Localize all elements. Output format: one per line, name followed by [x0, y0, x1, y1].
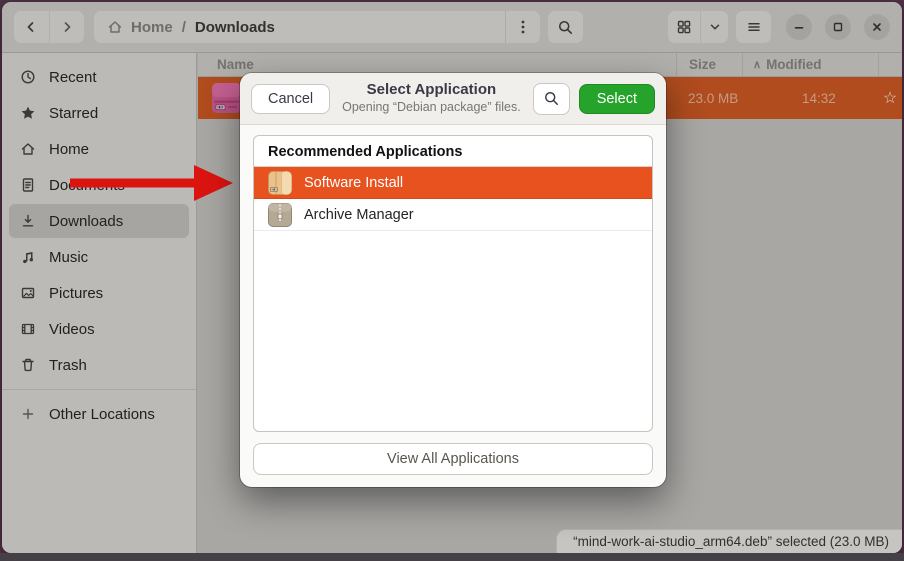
- star-icon: [20, 105, 36, 121]
- sidebar-item-label: Trash: [49, 357, 87, 374]
- deb-package-icon: [208, 80, 244, 116]
- recommended-applications-header: Recommended Applications: [254, 136, 652, 167]
- sidebar-item-label: Starred: [49, 105, 98, 122]
- grid-view-button[interactable]: [668, 11, 701, 43]
- sidebar-item-label: Videos: [49, 321, 95, 338]
- sidebar-item-music[interactable]: Music: [9, 240, 189, 274]
- maximize-button[interactable]: [825, 14, 851, 40]
- select-application-dialog: Cancel Select Application Opening “Debia…: [240, 73, 666, 487]
- clock-icon: [20, 69, 36, 85]
- minimize-icon: [792, 20, 806, 34]
- close-icon: [870, 20, 884, 34]
- back-button[interactable]: [14, 11, 50, 43]
- home-icon: [20, 141, 36, 157]
- cancel-button[interactable]: Cancel: [251, 84, 330, 114]
- sidebar-item-label: Other Locations: [49, 406, 155, 423]
- hamburger-menu-icon: [746, 19, 762, 35]
- search-button[interactable]: [548, 11, 583, 43]
- sidebar-item-downloads[interactable]: Downloads: [9, 204, 189, 238]
- download-icon: [20, 213, 36, 229]
- column-header-size[interactable]: Size: [676, 53, 742, 76]
- star-toggle-icon[interactable]: ☆: [878, 88, 902, 108]
- breadcrumb-home-label: Home: [131, 19, 173, 36]
- app-row-software-install[interactable]: Software Install: [254, 167, 652, 199]
- forward-button[interactable]: [50, 11, 85, 43]
- sidebar-item-label: Downloads: [49, 213, 123, 230]
- view-options-button[interactable]: [701, 11, 728, 43]
- main-menu-button[interactable]: [736, 11, 771, 43]
- sort-ascending-icon: ∧: [753, 58, 761, 71]
- selection-status-text: “mind-work-ai-studio_arm64.deb” selected…: [573, 534, 889, 549]
- plus-icon: [20, 406, 36, 422]
- status-bar: “mind-work-ai-studio_arm64.deb” selected…: [556, 529, 902, 553]
- chevron-right-icon: [59, 19, 75, 35]
- archive-manager-icon: [267, 202, 293, 228]
- sidebar-item-videos[interactable]: Videos: [9, 312, 189, 346]
- sidebar-item-label: Home: [49, 141, 89, 158]
- music-note-icon: [20, 249, 36, 265]
- sidebar: Recent Starred Home Documents Downloads …: [2, 53, 197, 553]
- column-header-star: [878, 53, 902, 76]
- breadcrumb-current: Downloads: [195, 19, 275, 36]
- column-header-name[interactable]: Name: [198, 57, 676, 72]
- file-modified-time: 14:32: [742, 91, 878, 106]
- home-icon: [107, 19, 123, 35]
- trash-icon: [20, 357, 36, 373]
- maximize-icon: [831, 20, 845, 34]
- desktop-bottom-strip: [0, 553, 904, 561]
- dialog-title-block: Select Application Opening “Debian packa…: [330, 81, 533, 115]
- kebab-menu-icon: [521, 19, 525, 35]
- picture-icon: [20, 285, 36, 301]
- dialog-search-button[interactable]: [533, 83, 570, 115]
- breadcrumb-separator: /: [182, 19, 186, 36]
- sidebar-item-other-locations[interactable]: Other Locations: [9, 397, 189, 431]
- sidebar-item-recent[interactable]: Recent: [9, 60, 189, 94]
- sidebar-item-pictures[interactable]: Pictures: [9, 276, 189, 310]
- headerbar-right-cluster: [668, 11, 890, 43]
- window-controls: [786, 14, 890, 40]
- document-icon: [20, 177, 36, 193]
- application-list: Recommended Applications Software Instal…: [253, 135, 653, 432]
- chevron-down-icon: [708, 20, 722, 34]
- grid-view-icon: [676, 19, 692, 35]
- app-name: Archive Manager: [304, 207, 414, 223]
- select-button[interactable]: Select: [579, 84, 655, 114]
- sidebar-item-trash[interactable]: Trash: [9, 348, 189, 382]
- file-size: 23.0 MB: [676, 91, 742, 106]
- breadcrumb[interactable]: Home / Downloads: [94, 11, 540, 43]
- red-annotation-arrow: [62, 161, 238, 205]
- headerbar: Home / Downloads: [2, 2, 902, 53]
- nav-button-group: [14, 11, 84, 43]
- chevron-left-icon: [23, 19, 39, 35]
- path-menu-button[interactable]: [505, 11, 540, 43]
- search-icon: [557, 19, 574, 36]
- minimize-button[interactable]: [786, 14, 812, 40]
- column-header-modified[interactable]: ∧ Modified: [742, 53, 878, 76]
- software-install-icon: [267, 170, 293, 196]
- search-icon: [543, 90, 560, 107]
- sidebar-item-label: Music: [49, 249, 88, 266]
- sidebar-item-label: Pictures: [49, 285, 103, 302]
- dialog-header: Cancel Select Application Opening “Debia…: [240, 73, 666, 125]
- sidebar-item-starred[interactable]: Starred: [9, 96, 189, 130]
- video-icon: [20, 321, 36, 337]
- view-all-applications-button[interactable]: View All Applications: [253, 443, 653, 475]
- close-button[interactable]: [864, 14, 890, 40]
- dialog-title: Select Application: [330, 81, 533, 100]
- view-toggle-group: [668, 11, 728, 43]
- dialog-subtitle: Opening “Debian package” files.: [330, 100, 533, 116]
- sidebar-item-label: Recent: [49, 69, 97, 86]
- breadcrumb-home[interactable]: Home: [107, 19, 173, 36]
- app-name: Software Install: [304, 175, 403, 191]
- app-row-archive-manager[interactable]: Archive Manager: [254, 199, 652, 231]
- sidebar-divider: [2, 389, 196, 390]
